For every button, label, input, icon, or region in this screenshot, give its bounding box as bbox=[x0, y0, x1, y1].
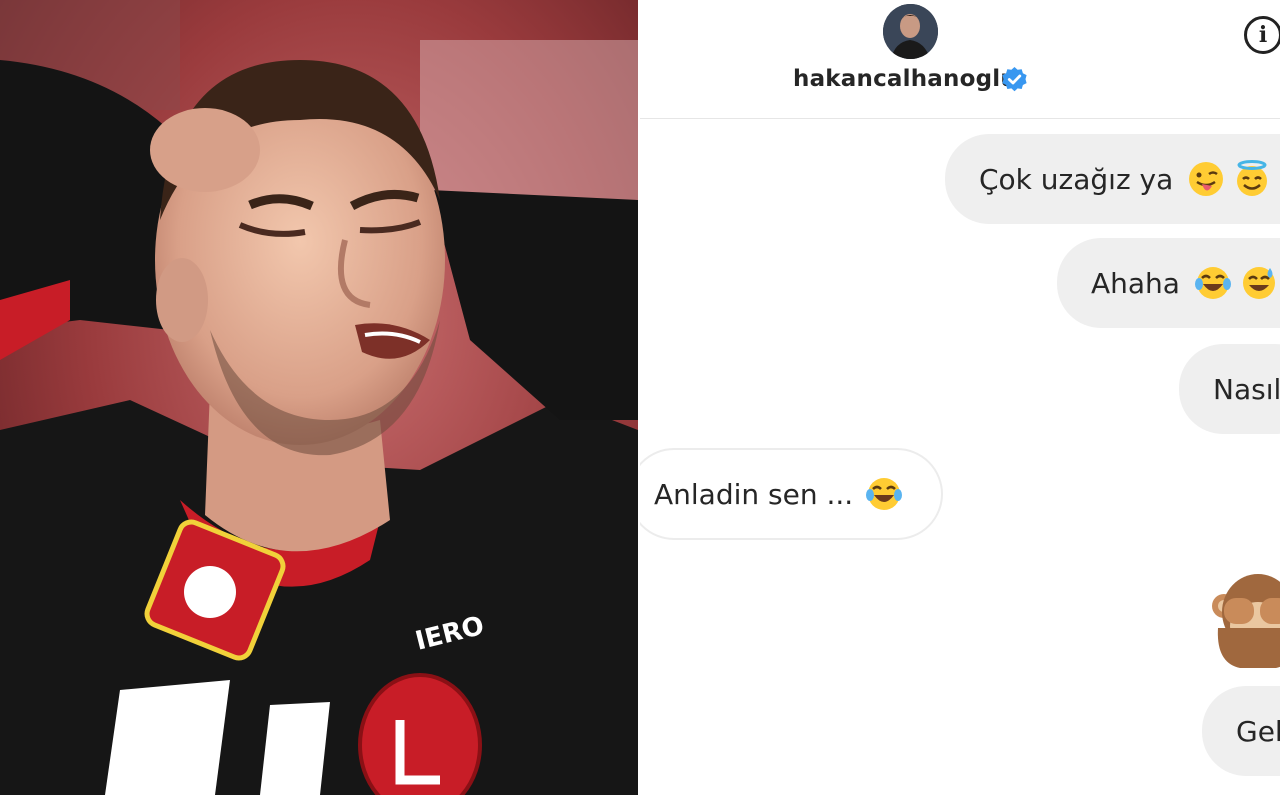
avatar-image bbox=[883, 4, 938, 59]
message-bubble-outgoing[interactable]: Gel bbox=[1202, 686, 1280, 776]
info-icon[interactable]: i bbox=[1244, 16, 1280, 54]
tears-of-joy-emoji bbox=[866, 478, 903, 510]
verified-badge-icon bbox=[1002, 67, 1027, 92]
player-photo: IERO bbox=[0, 0, 638, 795]
message-bubble-outgoing[interactable]: Ahaha bbox=[1057, 238, 1280, 328]
halo-smile-emoji bbox=[1237, 160, 1268, 196]
direct-message-thread: hakancalhanoglu i Çok uzağız ya Ahaha Na… bbox=[640, 0, 1280, 800]
message-text: Nasıl bbox=[1213, 372, 1280, 406]
tears-of-joy-emoji bbox=[1194, 267, 1231, 299]
username[interactable]: hakancalhanoglu bbox=[793, 66, 1017, 92]
message-bubble-outgoing[interactable]: Çok uzağız ya bbox=[945, 134, 1280, 224]
sweat-smile-emoji bbox=[1242, 267, 1275, 299]
message-text: Ahaha bbox=[1091, 266, 1180, 300]
see-no-evil-monkey-emoji[interactable] bbox=[1210, 568, 1280, 670]
message-bubble-incoming[interactable]: Anladin sen ... bbox=[640, 448, 943, 540]
avatar[interactable] bbox=[883, 4, 938, 59]
tongue-out-emoji bbox=[1189, 162, 1224, 196]
message-text: Gel bbox=[1236, 714, 1280, 748]
message-text: Çok uzağız ya bbox=[979, 162, 1174, 196]
message-text: Anladin sen ... bbox=[654, 477, 854, 511]
chat-header: hakancalhanoglu i bbox=[640, 0, 1280, 119]
message-bubble-outgoing[interactable]: Nasıl bbox=[1179, 344, 1280, 434]
player-photo-art: IERO bbox=[0, 0, 638, 795]
